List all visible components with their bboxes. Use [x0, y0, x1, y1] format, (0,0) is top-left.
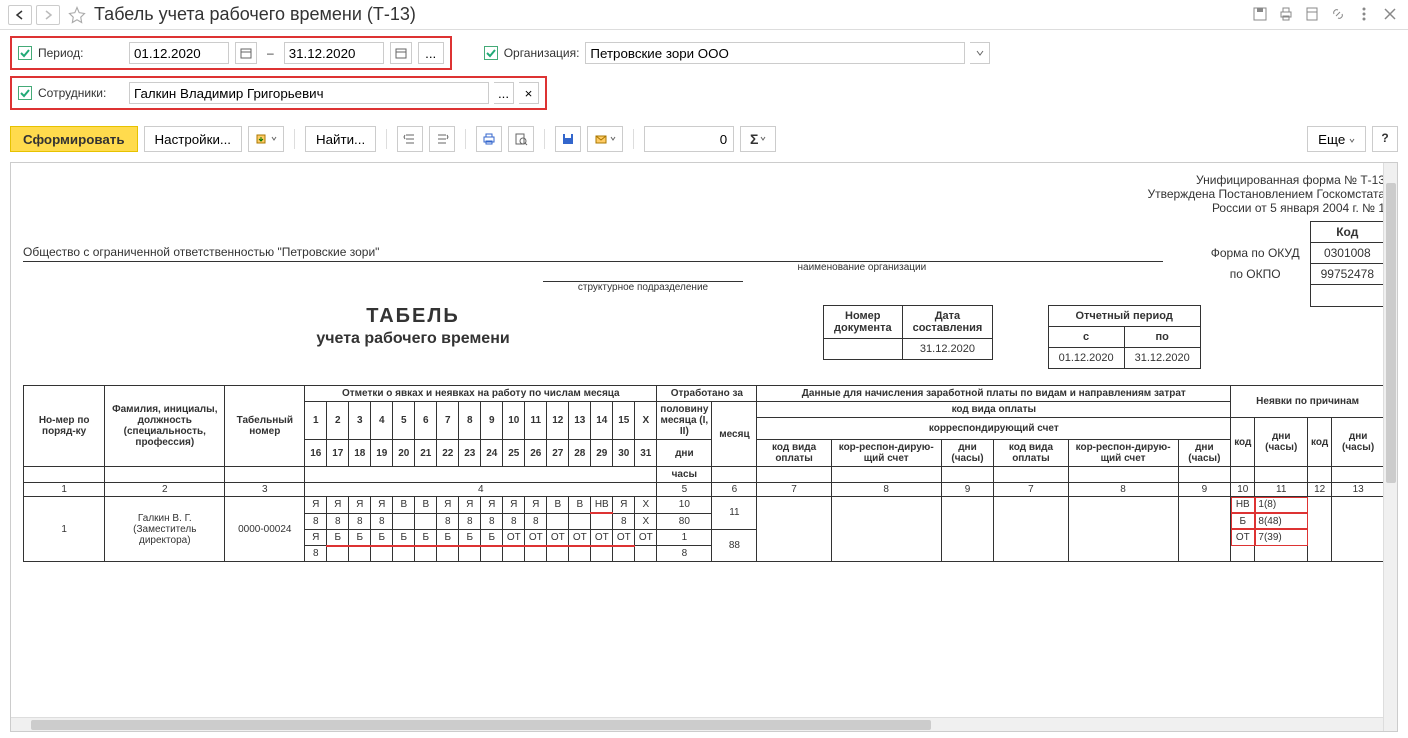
star-icon[interactable] — [64, 6, 90, 24]
link-icon[interactable] — [1330, 6, 1348, 24]
codes-box: Код Форма по ОКУД0301008 по ОКПО99752478 — [1201, 221, 1385, 307]
collapse-button[interactable] — [429, 126, 455, 152]
print-icon[interactable] — [1278, 6, 1296, 24]
print-button[interactable] — [476, 126, 502, 152]
emp-input[interactable] — [129, 82, 489, 104]
org-dropdown-icon[interactable] — [970, 42, 990, 64]
report-subtitle: учета рабочего времени — [23, 330, 803, 348]
org-input[interactable] — [585, 42, 965, 64]
menu-dots-icon[interactable] — [1356, 6, 1374, 24]
separator — [465, 129, 466, 149]
emp-checkbox[interactable] — [18, 86, 32, 100]
expand-button[interactable] — [397, 126, 423, 152]
page-title: Табель учета рабочего времени (Т-13) — [94, 4, 1248, 25]
report-title: ТАБЕЛЬ — [23, 305, 803, 328]
separator — [633, 129, 634, 149]
save-icon[interactable] — [1252, 6, 1270, 24]
more-button[interactable]: Еще — [1307, 126, 1366, 152]
org-full-name: Общество с ограниченной ответственностью… — [23, 245, 1163, 262]
page-number-input[interactable] — [644, 126, 734, 152]
settings-button[interactable]: Настройки... — [144, 126, 242, 152]
date-from-input[interactable] — [129, 42, 229, 64]
period-checkbox[interactable] — [18, 46, 32, 60]
org-checkbox[interactable] — [484, 46, 498, 60]
calc-icon[interactable] — [1304, 6, 1322, 24]
generate-button[interactable]: Сформировать — [10, 126, 138, 152]
org-caption: наименование организации — [523, 262, 1223, 273]
calendar-to-icon[interactable] — [390, 42, 412, 64]
preview-button[interactable] — [508, 126, 534, 152]
form-number: Унифицированная форма № Т-13 — [23, 173, 1385, 187]
period-table: Отчетный период спо 01.12.202031.12.2020 — [1048, 305, 1201, 369]
report-area: Унифицированная форма № Т-13 Утверждена … — [10, 162, 1398, 732]
emp-select-button[interactable]: ... — [494, 82, 514, 104]
date-to-input[interactable] — [284, 42, 384, 64]
dash: – — [267, 46, 274, 60]
emp-highlight: Сотрудники: ... × — [10, 76, 547, 110]
org-label: Организация: — [504, 46, 580, 60]
emp-clear-button[interactable]: × — [519, 82, 539, 104]
scrollbar-vertical[interactable] — [1383, 163, 1397, 731]
timesheet-table: Но-мер по поряд-ку Фамилия, инициалы, до… — [23, 385, 1385, 562]
period-highlight: Период: – ... — [10, 36, 452, 70]
scrollbar-horizontal[interactable] — [11, 717, 1383, 731]
close-icon[interactable] — [1382, 6, 1400, 24]
period-select-button[interactable]: ... — [418, 42, 444, 64]
separator — [294, 129, 295, 149]
dept-caption: структурное подразделение — [543, 282, 743, 293]
form-approval: Утверждена Постановлением Госкомстата — [23, 187, 1385, 201]
separator — [544, 129, 545, 149]
load-settings-button[interactable] — [248, 126, 284, 152]
save-button[interactable] — [555, 126, 581, 152]
sum-button[interactable]: Σ — [740, 126, 776, 152]
period-label: Период: — [38, 46, 123, 60]
emp-label: Сотрудники: — [38, 86, 123, 100]
nav-back-button[interactable] — [8, 5, 32, 25]
separator — [386, 129, 387, 149]
nav-forward-button[interactable] — [36, 5, 60, 25]
calendar-from-icon[interactable] — [235, 42, 257, 64]
help-button[interactable]: ? — [1372, 126, 1398, 152]
find-button[interactable]: Найти... — [305, 126, 376, 152]
send-button[interactable] — [587, 126, 623, 152]
doc-table: Номер документаДата составления 31.12.20… — [823, 305, 993, 360]
form-date: России от 5 января 2004 г. № 1 — [23, 201, 1385, 215]
